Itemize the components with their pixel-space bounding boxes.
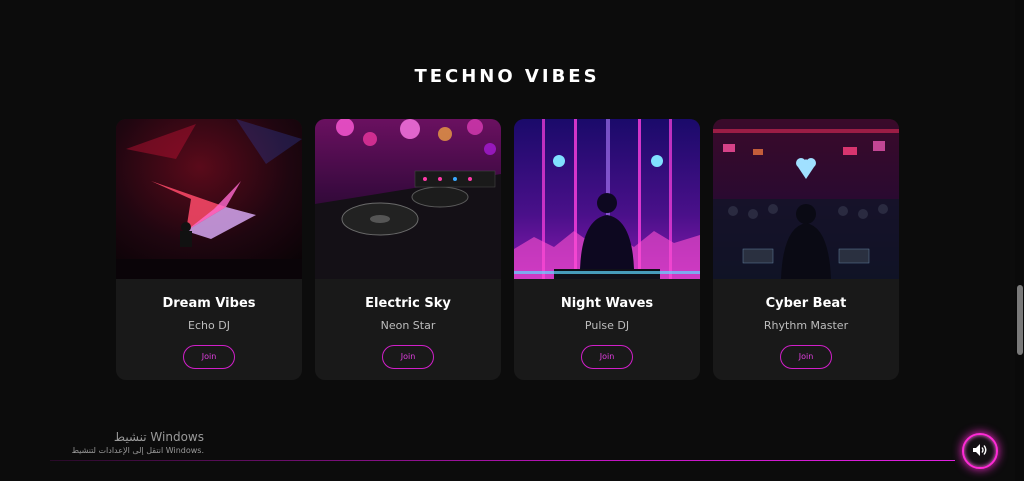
card-artist: Echo DJ bbox=[188, 319, 230, 332]
card-artist: Pulse DJ bbox=[584, 319, 630, 332]
join-button[interactable]: Join bbox=[780, 345, 832, 369]
event-card: Cyber Beat Rhythm Master Join bbox=[713, 119, 899, 380]
windows-activation-watermark: تنشيط Windows انتقل إلى الإعدادات لتنشيط… bbox=[72, 430, 204, 455]
scrollbar-thumb[interactable] bbox=[1017, 285, 1023, 355]
event-card: Electric Sky Neon Star Join bbox=[315, 119, 501, 380]
card-title: Dream Vibes bbox=[162, 296, 256, 311]
sound-toggle-button[interactable] bbox=[962, 433, 998, 469]
section-title: TECHNO VIBES bbox=[414, 66, 600, 87]
event-card: Dream Vibes Echo DJ Join bbox=[116, 119, 302, 380]
join-button[interactable]: Join bbox=[382, 345, 434, 369]
card-artist: Neon Star bbox=[380, 319, 436, 332]
join-button[interactable]: Join bbox=[183, 345, 235, 369]
card-title: Electric Sky bbox=[365, 296, 451, 311]
card-image-night-waves bbox=[514, 119, 700, 279]
event-card: Night Waves Pulse DJ Join bbox=[514, 119, 700, 380]
watermark-title: تنشيط Windows bbox=[113, 430, 204, 444]
join-button[interactable]: Join bbox=[581, 345, 633, 369]
speaker-icon bbox=[972, 442, 988, 461]
scrollbar[interactable] bbox=[1015, 0, 1024, 481]
card-image-cyber-beat bbox=[713, 119, 899, 279]
watermark-subtitle: انتقل إلى الإعدادات لتنشيط Windows. bbox=[71, 446, 204, 455]
card-title: Cyber Beat bbox=[765, 296, 847, 311]
card-image-dream-vibes bbox=[116, 119, 302, 279]
card-artist: Rhythm Master bbox=[763, 319, 849, 332]
bottom-divider bbox=[50, 460, 955, 461]
card-title: Night Waves bbox=[560, 296, 654, 311]
card-image-electric-sky bbox=[315, 119, 501, 279]
card-list: Dream Vibes Echo DJ Join Electric Sky Ne… bbox=[116, 119, 899, 380]
